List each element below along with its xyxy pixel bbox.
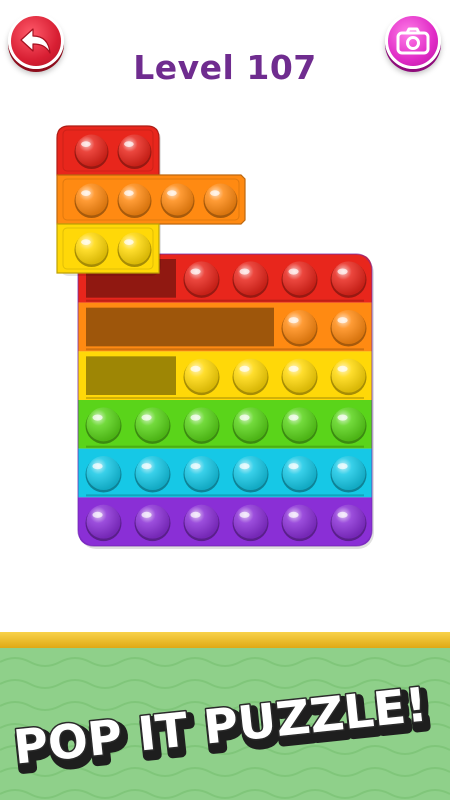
banner-text: POP IT PUZZLE! (11, 678, 430, 776)
banner: POP IT PUZZLE! POP IT PUZZLE! (9, 676, 438, 786)
